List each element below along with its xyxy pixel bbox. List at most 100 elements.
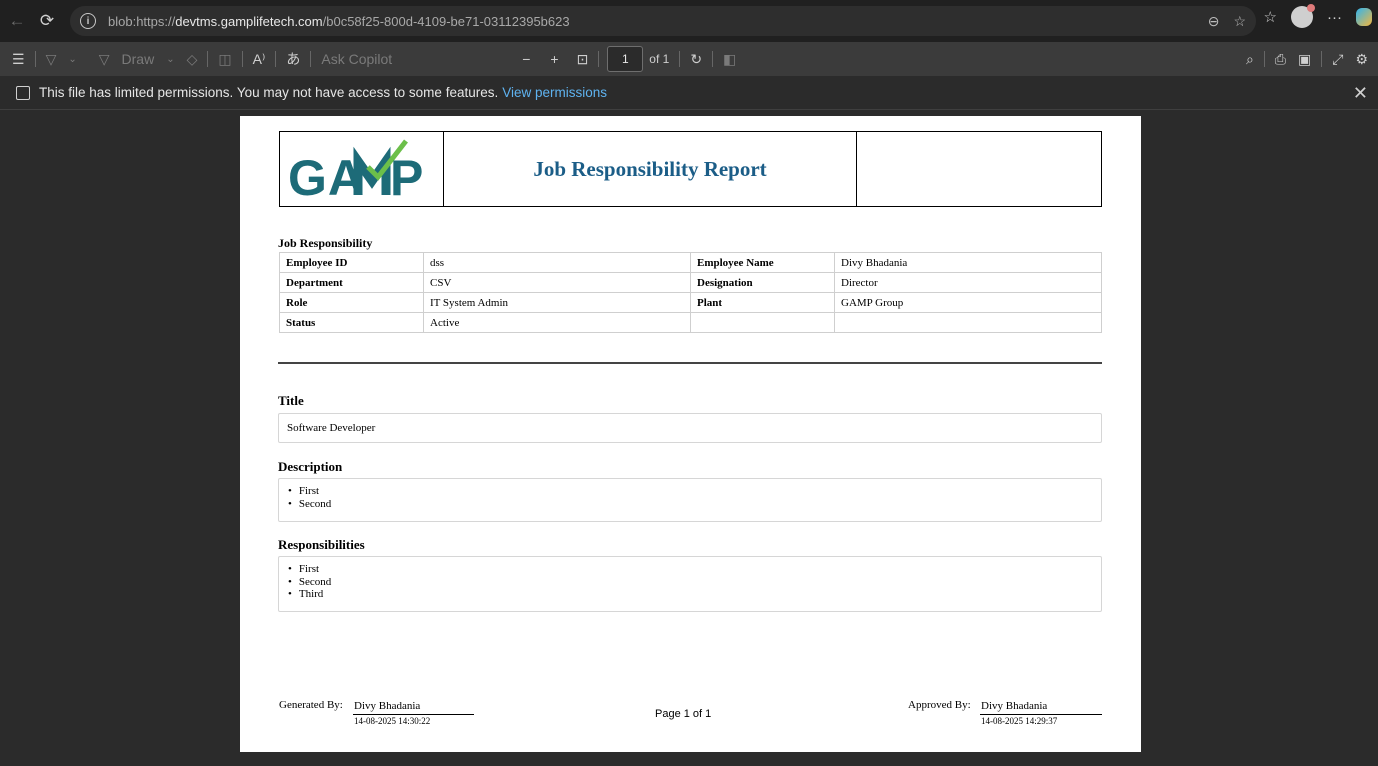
divider	[241, 51, 243, 67]
table-value: dss	[423, 252, 691, 273]
highlight-icon[interactable]: ▽	[40, 42, 63, 76]
zoom-out-icon[interactable]: −	[516, 42, 536, 76]
description-heading: Description	[278, 459, 343, 474]
divider	[34, 51, 36, 67]
table-value: Divy Bhadania	[834, 252, 1102, 273]
employee-info-table: Employee ID dss Employee Name Divy Bhada…	[279, 252, 1102, 333]
svg-text:P: P	[390, 150, 423, 201]
table-key	[690, 312, 835, 333]
table-key: Designation	[690, 272, 835, 293]
approved-by-label: Approved By:	[908, 699, 971, 711]
list-item: Second	[288, 576, 1101, 589]
table-row: Role IT System Admin Plant GAMP Group	[279, 292, 1102, 313]
table-value	[834, 312, 1102, 333]
permission-bar: This file has limited permissions. You m…	[0, 76, 1378, 110]
read-aloud-icon[interactable]: A⁾	[247, 42, 272, 76]
approved-date: 14-08-2025 14:29:37	[981, 716, 1058, 726]
table-key: Department	[279, 272, 424, 293]
draw-icon[interactable]: ▽	[93, 42, 116, 76]
pdf-page: GA P Job Responsibility Report Job Respo…	[240, 116, 1141, 752]
search-icon[interactable]: ⌕	[1240, 42, 1260, 76]
zoom-icon[interactable]: ⊖	[1208, 13, 1220, 30]
title-heading: Title	[278, 393, 304, 408]
divider	[1263, 51, 1265, 67]
favorite-star-icon[interactable]: ☆	[1233, 13, 1246, 30]
signature-line	[353, 714, 474, 715]
back-icon[interactable]: ←	[2, 6, 32, 36]
generated-by-label: Generated By:	[279, 699, 343, 711]
report-title: Job Responsibility Report	[444, 132, 857, 206]
page-total: of 1	[649, 52, 670, 66]
zoom-in-icon[interactable]: +	[544, 42, 564, 76]
table-row: Employee ID dss Employee Name Divy Bhada…	[279, 252, 1102, 273]
more-icon[interactable]: ···	[1327, 9, 1342, 26]
table-value: Active	[423, 312, 691, 333]
page-number: Page 1 of 1	[655, 708, 712, 720]
title-box: Software Developer	[278, 413, 1102, 443]
generated-by-name: Divy Bhadania	[354, 700, 421, 712]
close-icon[interactable]: ✕	[1353, 83, 1368, 104]
page-number-input[interactable]: 1	[607, 46, 644, 72]
pdf-toolbar: ☰ ▽ ⌄ ▽ Draw ⌄ ◇ ◫ A⁾ あ Ask Copilot − + …	[0, 42, 1378, 76]
url-text: blob:https://devtms.gamplifetech.com/b0c…	[108, 13, 570, 29]
table-key: Status	[279, 312, 424, 333]
copilot-icon[interactable]	[1356, 8, 1372, 26]
divider	[712, 51, 714, 67]
ask-copilot-button[interactable]: Ask Copilot	[315, 42, 398, 76]
divider	[207, 51, 209, 67]
table-value: GAMP Group	[834, 292, 1102, 313]
chevron-down-icon[interactable]: ⌄	[62, 42, 82, 76]
table-value: IT System Admin	[423, 292, 691, 313]
view-permissions-link[interactable]: View permissions	[502, 85, 607, 100]
info-icon[interactable]: i	[80, 13, 96, 29]
divider	[278, 362, 1102, 364]
generated-date: 14-08-2025 14:30:22	[354, 716, 431, 726]
table-value: CSV	[423, 272, 691, 293]
table-row: Status Active	[279, 312, 1102, 333]
fit-page-icon[interactable]: ⊡	[571, 42, 595, 76]
table-value: Director	[834, 272, 1102, 293]
contents-icon[interactable]: ☰	[6, 42, 31, 76]
divider	[275, 51, 277, 67]
gamp-logo: GA P	[280, 132, 444, 206]
list-item: First	[288, 485, 1101, 498]
chevron-down-icon[interactable]: ⌄	[160, 42, 180, 76]
fullscreen-icon[interactable]: ⤢	[1326, 42, 1349, 76]
profile-avatar[interactable]	[1291, 4, 1315, 28]
table-key: Role	[279, 292, 424, 313]
gamp-logo-icon: GA P	[288, 139, 423, 201]
divider	[679, 51, 681, 67]
header-blank-cell	[857, 132, 1101, 206]
table-row: Department CSV Designation Director	[279, 272, 1102, 293]
browser-address-bar: ← ⟳ i blob:https://devtms.gamplifetech.c…	[0, 0, 1378, 42]
print-icon[interactable]: ⎙	[1269, 42, 1292, 76]
refresh-icon[interactable]: ⟳	[32, 6, 62, 36]
list-item: First	[288, 563, 1101, 576]
settings-icon[interactable]: ⚙	[1349, 42, 1374, 76]
signature-line	[980, 714, 1102, 715]
description-box: First Second	[278, 478, 1102, 522]
page-view-icon[interactable]: ◫	[212, 42, 237, 76]
table-key: Employee ID	[279, 252, 424, 273]
approved-by-name: Divy Bhadania	[981, 700, 1048, 712]
favorites-icon[interactable]: ☆	[1264, 8, 1277, 26]
eraser-icon[interactable]: ◇	[181, 42, 204, 76]
divider	[310, 51, 312, 67]
table-key: Plant	[690, 292, 835, 313]
draw-button[interactable]: Draw	[116, 42, 161, 76]
responsibilities-heading: Responsibilities	[278, 537, 365, 552]
permission-message: This file has limited permissions. You m…	[39, 85, 499, 100]
section-label: Job Responsibility	[278, 236, 373, 250]
rotate-icon[interactable]: ↻	[684, 42, 708, 76]
report-header: GA P Job Responsibility Report	[279, 131, 1102, 207]
responsibilities-box: First Second Third	[278, 556, 1102, 612]
svg-text:GA: GA	[288, 150, 365, 201]
two-page-icon[interactable]: ◧	[717, 42, 742, 76]
save-icon[interactable]: ▣	[1292, 42, 1317, 76]
table-key: Employee Name	[690, 252, 835, 273]
translate-icon[interactable]: あ	[280, 42, 306, 76]
list-item: Second	[288, 498, 1101, 511]
url-field[interactable]: i blob:https://devtms.gamplifetech.com/b…	[70, 6, 1256, 36]
title-value: Software Developer	[287, 422, 376, 434]
lock-icon	[16, 85, 30, 100]
